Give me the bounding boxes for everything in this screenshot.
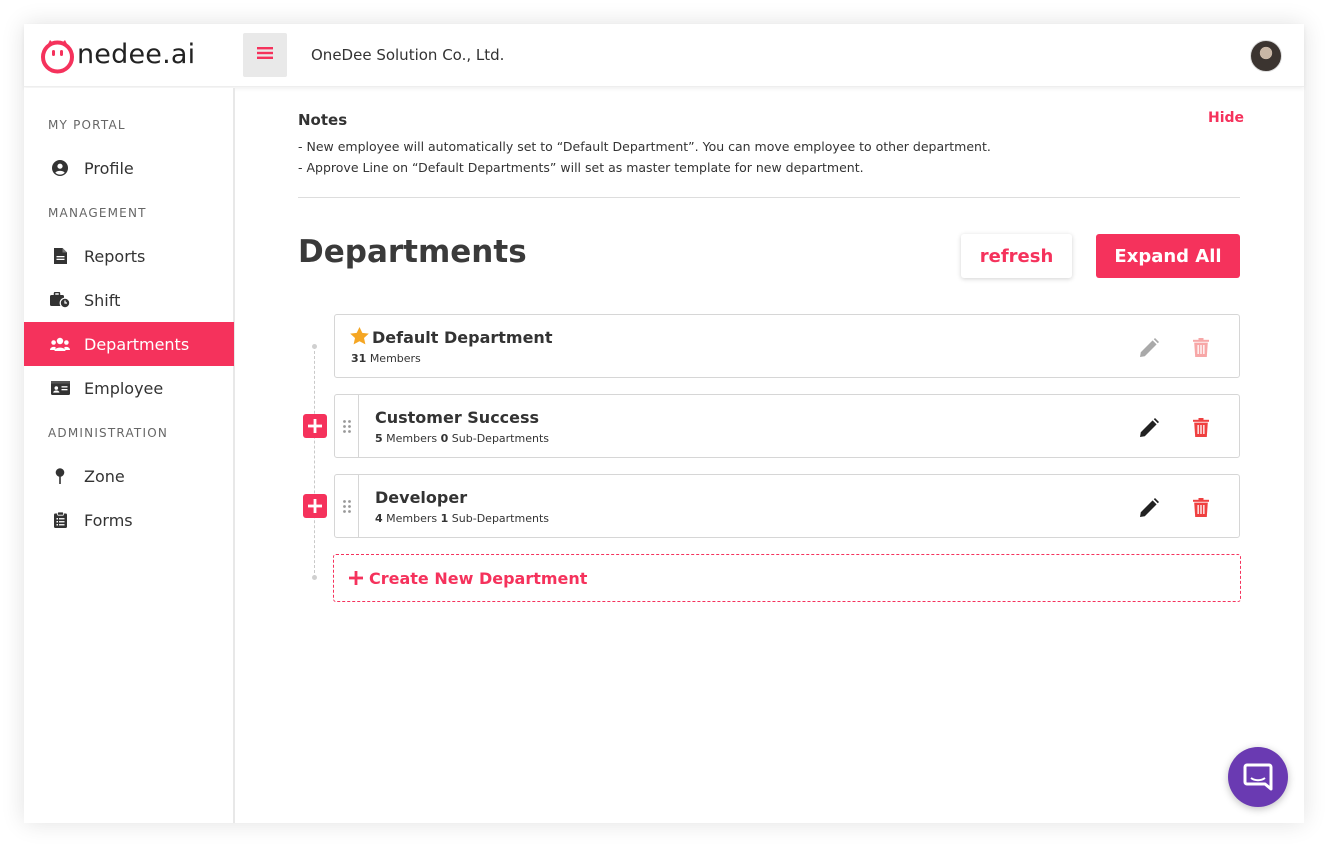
trash-icon[interactable] [1189,335,1213,359]
sidebar-item-label: Zone [84,466,125,486]
users-icon [50,334,70,354]
user-avatar[interactable] [1250,40,1282,72]
sub-departments-label: Sub-Departments [451,512,549,525]
tree-dot [312,344,317,349]
chat-widget-button[interactable] [1228,747,1288,807]
department-meta: 5 Members 0 Sub-Departments [375,432,549,445]
plus-icon [308,499,322,513]
plus-icon [308,419,322,433]
sidebar-item-label: Shift [84,290,121,310]
id-card-icon [50,378,70,398]
hamburger-menu-button[interactable] [243,33,287,77]
section-title-management: MANAGEMENT [48,206,147,220]
sidebar-item-label: Departments [84,334,190,354]
department-card-default[interactable]: Default Department 31 Members [334,314,1240,378]
company-name: OneDee Solution Co., Ltd. [311,46,505,64]
expand-department-button[interactable] [303,494,327,518]
department-card-customer-success[interactable]: Customer Success 5 Members 0 Sub-Departm… [334,394,1240,458]
expand-all-button[interactable]: Expand All [1096,234,1240,278]
members-label: Members [369,352,421,365]
logo-mark-icon [39,37,76,74]
hide-notes-link[interactable]: Hide [1208,110,1244,126]
sidebar-item-forms[interactable]: Forms [24,498,234,542]
sidebar-item-reports[interactable]: Reports [24,234,234,278]
create-department-button[interactable]: Create New Department [333,554,1241,602]
sub-departments-label: Sub-Departments [451,432,549,445]
page-title: Departments [298,234,527,270]
sidebar-item-zone[interactable]: Zone [24,454,234,498]
sidebar: MY PORTAL Profile MANAGEMENT Reports Shi… [24,88,235,823]
tree-dot [312,575,317,580]
department-meta: 31 Members [351,352,421,365]
trash-icon[interactable] [1189,415,1213,439]
member-count: 5 [375,432,383,445]
sidebar-item-label: Profile [84,158,134,178]
notes-divider [298,197,1240,198]
members-label: Members [386,432,438,445]
department-name: Default Department [372,328,553,347]
sidebar-item-shift[interactable]: Shift [24,278,234,322]
sidebar-item-employee[interactable]: Employee [24,366,234,410]
plus-icon [349,571,363,585]
top-header: nedee.ai OneDee Solution Co., Ltd. [24,24,1304,87]
logo-text: nedee.ai [77,39,196,70]
section-title-administration: ADMINISTRATION [48,426,169,440]
trash-icon[interactable] [1189,495,1213,519]
sidebar-item-label: Employee [84,378,164,398]
star-icon [350,327,369,345]
department-meta: 4 Members 1 Sub-Departments [375,512,549,525]
department-card-developer[interactable]: Developer 4 Members 1 Sub-Departments [334,474,1240,538]
onedee-logo[interactable]: nedee.ai [39,36,195,74]
user-circle-icon [50,158,70,178]
clipboard-icon [50,510,70,530]
notes-title: Notes [298,111,348,129]
members-label: Members [386,512,438,525]
note-line: - Approve Line on “Default Departments” … [298,160,864,175]
sidebar-item-departments[interactable]: Departments [24,322,234,366]
sidebar-item-label: Reports [84,246,146,266]
tree-connector-line [314,346,315,578]
member-count: 4 [375,512,383,525]
refresh-button[interactable]: refresh [961,234,1072,278]
department-name: Developer [375,488,468,507]
note-line: - New employee will automatically set to… [298,139,991,154]
department-name: Customer Success [375,408,540,427]
member-count: 31 [351,352,367,365]
section-title-my-portal: MY PORTAL [48,118,126,132]
chat-bubble-icon [1243,763,1273,791]
map-pin-icon [50,466,70,486]
edit-icon[interactable] [1137,415,1161,439]
drag-handle-icon[interactable] [335,475,359,537]
expand-department-button[interactable] [303,414,327,438]
hamburger-icon [257,46,273,65]
app-window: nedee.ai OneDee Solution Co., Ltd. MY PO… [24,24,1304,823]
file-icon [50,246,70,266]
sidebar-item-profile[interactable]: Profile [24,146,234,190]
create-department-label: Create New Department [369,568,588,588]
drag-handle-icon[interactable] [335,395,359,457]
briefcase-clock-icon [50,290,70,310]
sub-department-count: 1 [440,512,449,525]
sidebar-item-label: Forms [84,510,133,530]
edit-icon[interactable] [1137,335,1161,359]
edit-icon[interactable] [1137,495,1161,519]
main-content: Notes Hide - New employee will automatic… [237,88,1304,823]
sub-department-count: 0 [440,432,449,445]
